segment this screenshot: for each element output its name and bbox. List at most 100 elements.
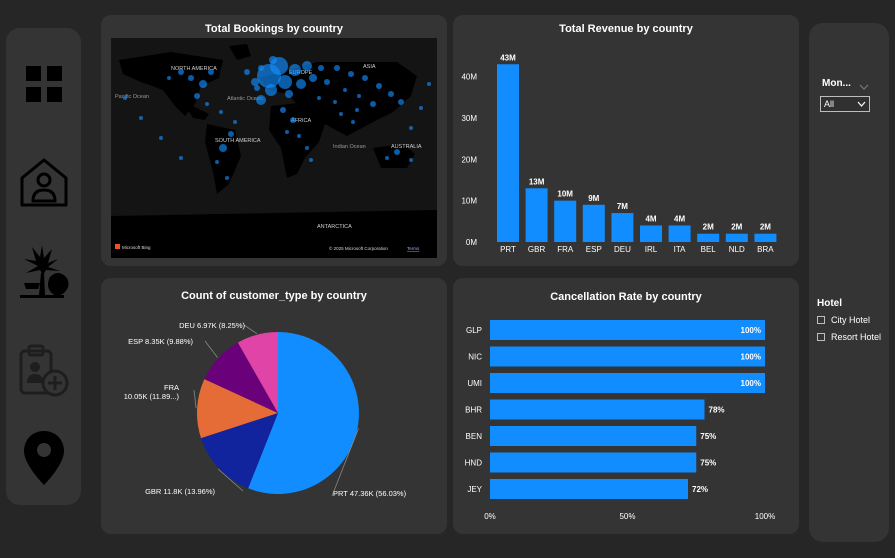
booking-bubble[interactable] <box>256 95 266 105</box>
booking-bubble[interactable] <box>296 79 306 89</box>
booking-bubble[interactable] <box>265 84 277 96</box>
cancellation-bar[interactable] <box>490 346 765 367</box>
booking-bubble[interactable] <box>351 120 355 124</box>
revenue-bar[interactable] <box>525 188 548 242</box>
booking-bubble[interactable] <box>228 131 234 137</box>
revenue-data-label: 4M <box>645 214 656 223</box>
revenue-bar[interactable] <box>725 233 748 242</box>
map-pin-icon[interactable] <box>6 428 81 488</box>
booking-bubble[interactable] <box>167 76 171 80</box>
booking-bubble[interactable] <box>309 158 313 162</box>
booking-bubble[interactable] <box>427 82 431 86</box>
booking-bubble[interactable] <box>244 69 250 75</box>
booking-bubble[interactable] <box>289 64 301 76</box>
revenue-bar[interactable] <box>697 233 720 242</box>
cancellation-bar[interactable] <box>490 426 697 446</box>
world-map[interactable]: NORTH AMERICA EUROPE ASIA Pacific Ocean … <box>111 38 437 258</box>
booking-bubble[interactable] <box>309 74 317 82</box>
booking-bubble[interactable] <box>269 56 277 64</box>
booking-bubble[interactable] <box>188 75 194 81</box>
revenue-bar[interactable] <box>754 233 777 242</box>
booking-bubble[interactable] <box>355 108 359 112</box>
booking-bubble[interactable] <box>285 130 289 134</box>
booking-bubble[interactable] <box>205 102 209 106</box>
booking-bubble[interactable] <box>219 144 227 152</box>
cancellation-data-label: 72% <box>692 485 708 494</box>
booking-bubble[interactable] <box>370 101 376 107</box>
checkbox[interactable] <box>817 316 825 324</box>
booking-bubble[interactable] <box>339 112 343 116</box>
clipboard-add-person-icon[interactable] <box>6 343 81 399</box>
booking-bubble[interactable] <box>348 71 354 77</box>
booking-bubble[interactable] <box>194 93 200 99</box>
booking-bubble[interactable] <box>398 99 404 105</box>
revenue-bar[interactable] <box>640 225 662 242</box>
booking-bubble[interactable] <box>324 79 330 85</box>
booking-bubble[interactable] <box>225 176 229 180</box>
hotel-option-resort[interactable]: Resort Hotel <box>817 332 881 342</box>
booking-bubble[interactable] <box>233 120 237 124</box>
customer-pie-chart[interactable]: PRT 47.36K (56.03%) GBR 11.8K (13.96%) FRA… <box>101 278 447 534</box>
booking-bubble[interactable] <box>159 136 163 140</box>
booking-bubble[interactable] <box>178 69 184 75</box>
map-attribution-terms[interactable]: Terms <box>407 246 420 251</box>
booking-bubble[interactable] <box>278 75 292 89</box>
booking-bubble[interactable] <box>208 69 214 75</box>
booking-bubble[interactable] <box>297 134 301 138</box>
booking-bubble[interactable] <box>419 106 423 110</box>
palm-tree-icon[interactable] <box>6 241 81 303</box>
home-person-icon[interactable] <box>6 155 81 209</box>
booking-bubble[interactable] <box>409 158 413 162</box>
revenue-bar[interactable] <box>497 64 519 242</box>
booking-bubble[interactable] <box>215 160 219 164</box>
booking-bubble[interactable] <box>357 94 361 98</box>
booking-bubble[interactable] <box>254 85 260 91</box>
booking-bubble[interactable] <box>317 96 321 100</box>
booking-bubble[interactable] <box>280 107 286 113</box>
booking-bubble[interactable] <box>302 61 312 71</box>
checkbox[interactable] <box>817 333 825 341</box>
booking-bubble[interactable] <box>362 75 368 81</box>
cancellation-bar-chart[interactable]: GLP 100% NIC 100% UMI 100% BHR 78% BEN 75% HND 75% J… <box>453 278 799 534</box>
hotel-option-city[interactable]: City Hotel <box>817 315 870 325</box>
booking-bubble[interactable] <box>179 156 183 160</box>
booking-bubble[interactable] <box>343 88 347 92</box>
booking-bubble[interactable] <box>139 116 143 120</box>
booking-bubble[interactable] <box>376 83 382 89</box>
slicer-chevron-icon[interactable] <box>859 78 869 96</box>
cancellation-bar[interactable] <box>490 452 697 473</box>
booking-bubble[interactable] <box>388 91 394 97</box>
customer-pie-card: Count of customer_type by country PRT 47… <box>101 278 447 534</box>
revenue-bar-chart[interactable]: 0M 10M 20M 30M 40M 43M PRT 13M GBR 10M FRA 9M ESP 7M D… <box>453 15 799 266</box>
booking-bubble[interactable] <box>251 78 259 86</box>
booking-bubble[interactable] <box>290 117 296 123</box>
booking-bubble[interactable] <box>305 146 309 150</box>
cancellation-bar[interactable] <box>490 320 765 340</box>
month-dropdown[interactable]: All <box>820 96 870 112</box>
cancellation-data-label: 100% <box>741 353 761 362</box>
booking-bubble[interactable] <box>334 65 340 71</box>
map-attribution-copyright: © 2025 Microsoft Corporation <box>329 245 388 251</box>
booking-bubble[interactable] <box>258 65 264 71</box>
booking-bubble[interactable] <box>285 90 293 98</box>
nav-panel <box>6 28 81 505</box>
revenue-bar[interactable] <box>582 204 605 242</box>
cancellation-bar[interactable] <box>490 373 765 393</box>
revenue-bar[interactable] <box>611 213 634 242</box>
revenue-bar[interactable] <box>668 225 691 242</box>
booking-bubble[interactable] <box>219 110 223 114</box>
booking-bubble[interactable] <box>409 126 413 130</box>
cancellation-bar[interactable] <box>490 399 705 420</box>
revenue-bar[interactable] <box>554 200 577 242</box>
y-tick-label: UMI <box>467 379 482 388</box>
cancellation-bar[interactable] <box>490 479 688 499</box>
booking-bubble[interactable] <box>333 100 337 104</box>
booking-bubble[interactable] <box>199 80 207 88</box>
grid-icon[interactable] <box>6 64 81 104</box>
booking-bubble[interactable] <box>318 65 324 71</box>
booking-bubble[interactable] <box>123 96 127 100</box>
x-tick-label: BEL <box>701 245 717 254</box>
booking-bubble[interactable] <box>385 156 389 160</box>
booking-bubble[interactable] <box>394 149 400 155</box>
bookings-map-title: Total Bookings by country <box>205 23 343 35</box>
